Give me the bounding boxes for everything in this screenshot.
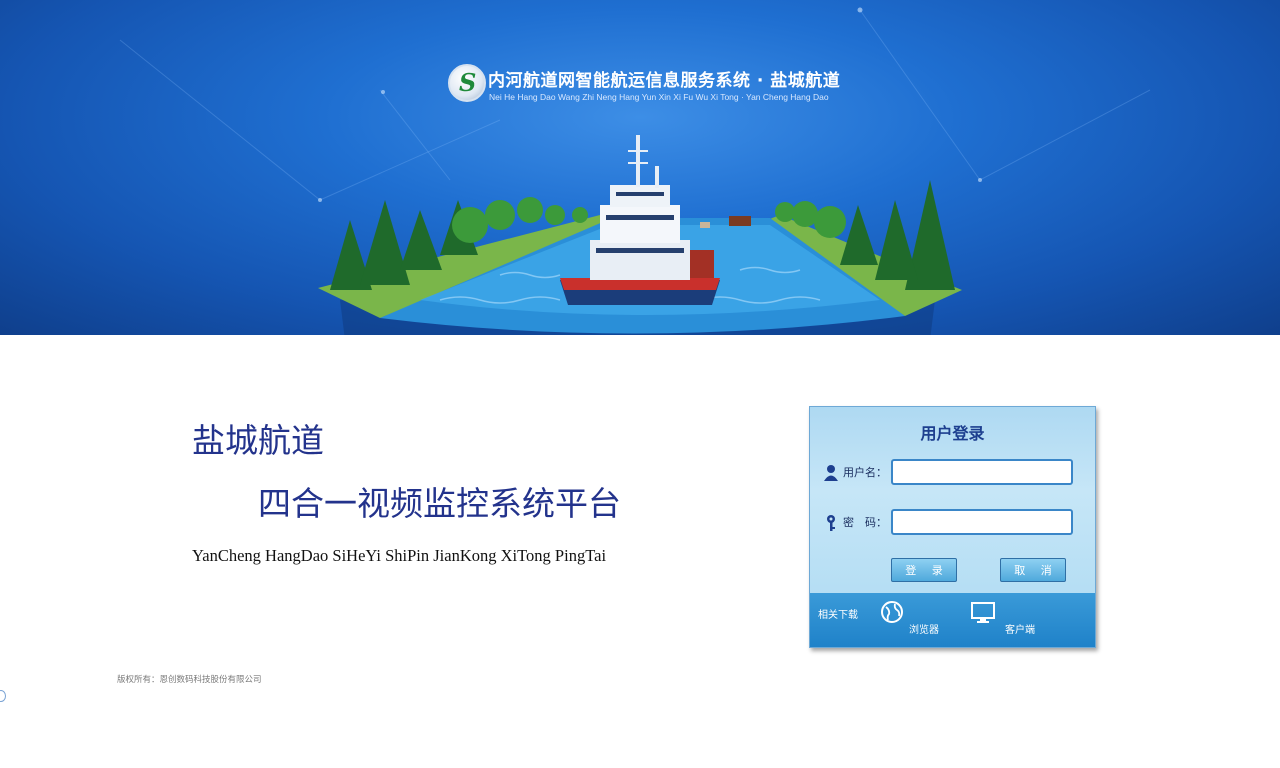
logo-glyph: S (459, 68, 477, 97)
copyright-text: 版权所有：恩创数码科技股份有限公司 (117, 675, 262, 685)
key-icon (827, 515, 835, 531)
platform-heading-line1: 盐城航道 (192, 421, 324, 460)
user-icon (824, 465, 838, 481)
monitor-icon (971, 602, 995, 623)
platform-heading-line2: 四合一视频监控系统平台 (258, 484, 621, 523)
downloads-bar: 相关下载 浏览器 客户端 (810, 593, 1095, 647)
system-title: 内河航道网智能航运信息服务系统 · 盐城航道 (488, 71, 841, 91)
canal-illustration (119, 7, 1151, 335)
username-input[interactable] (891, 459, 1073, 485)
username-label: 用户名： (843, 466, 887, 479)
system-title-pinyin: Nei He Hang Dao Wang Zhi Neng Hang Yun X… (489, 92, 829, 102)
password-label: 密 码： (843, 516, 887, 529)
hero-banner: S 内河航道网智能航运信息服务系统 · 盐城航道 Nei He Hang Dao… (0, 0, 1280, 335)
globe-icon (881, 601, 903, 623)
download-client-label: 客户端 (1005, 625, 1035, 636)
login-button[interactable]: 登 录 (891, 558, 957, 582)
login-form-area: 用户登录 用户名： 密 码： 登 录 取 消 (810, 407, 1095, 593)
platform-heading-pinyin: YanCheng HangDao SiHeYi ShiPin JianKong … (192, 546, 607, 565)
login-title: 用户登录 (920, 424, 985, 443)
password-input[interactable] (891, 509, 1073, 535)
login-panel: 用户登录 用户名： 密 码： 登 录 取 消 相关下载 浏览器 客户端 (809, 406, 1096, 648)
edge-decoration (0, 690, 6, 702)
cancel-button[interactable]: 取 消 (1000, 558, 1066, 582)
downloads-label: 相关下载 (818, 610, 858, 621)
logo: S (448, 64, 486, 102)
download-browser-label: 浏览器 (909, 625, 939, 636)
